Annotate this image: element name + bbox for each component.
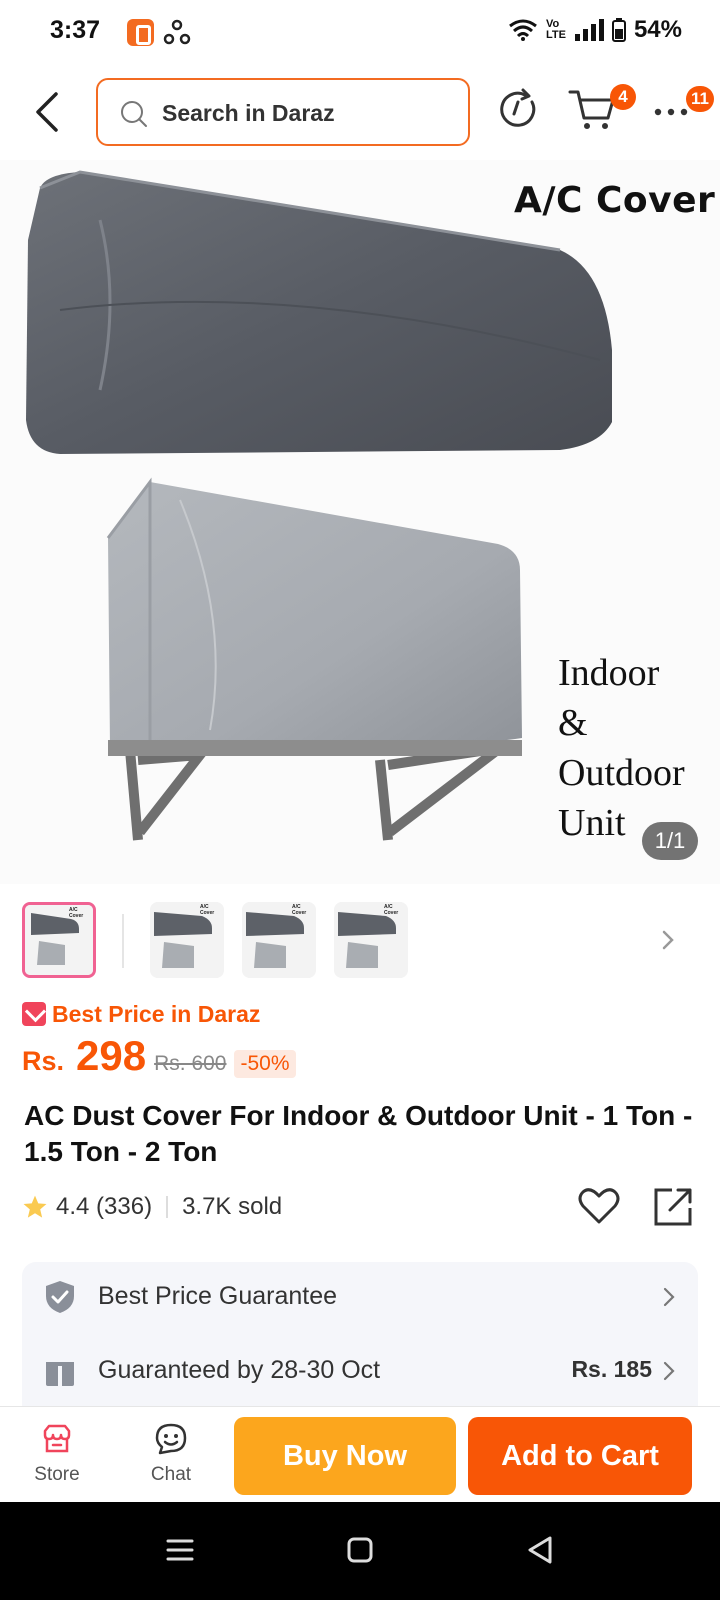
chevron-right-icon[interactable] xyxy=(658,926,678,954)
product-image-gallery[interactable]: A/C Cover Indoor & Outdoor Unit 1/1 xyxy=(0,160,720,884)
thumbnail[interactable]: A/C Cover xyxy=(242,902,316,978)
signal-icon xyxy=(574,19,604,41)
price-row: Rs. 298 Rs. 600 -50% xyxy=(22,1032,296,1084)
cart-count-badge: 4 xyxy=(610,84,636,110)
more-count-badge: 11 xyxy=(686,86,714,112)
chat-icon xyxy=(155,1423,187,1455)
original-price: Rs. 600 xyxy=(154,1052,227,1075)
delivery-fee: Rs. 185 xyxy=(571,1356,652,1382)
search-placeholder: Search in Daraz xyxy=(162,100,335,126)
network-type-label: Vo LTE xyxy=(545,18,566,41)
status-bar: 3:37 Vo LTE 54% xyxy=(0,0,720,64)
service-label: Guaranteed by 28-30 Oct xyxy=(98,1356,381,1384)
status-time: 3:37 xyxy=(50,16,101,44)
gift-box-icon xyxy=(46,1362,74,1386)
image-overlay-caption: Indoor & Outdoor Unit xyxy=(558,648,685,848)
top-navigation: Search in Daraz 4 11 xyxy=(0,64,720,160)
service-row-price-guarantee[interactable]: Best Price Guarantee xyxy=(22,1262,698,1332)
price-currency: Rs. xyxy=(22,1046,65,1076)
store-button[interactable]: Store xyxy=(12,1417,102,1497)
thumbnail-strip: A/C Cover A/C Cover A/C Cover A/C Cover xyxy=(22,902,698,980)
sync-notification-icon xyxy=(163,19,191,45)
current-price: 298 xyxy=(76,1032,147,1079)
service-label: Best Price Guarantee xyxy=(98,1282,338,1310)
caption-line: Indoor xyxy=(558,652,660,694)
status-indicators: Vo LTE 54% xyxy=(508,16,682,44)
wifi-icon xyxy=(509,19,537,41)
store-label: Store xyxy=(34,1464,80,1485)
star-icon xyxy=(23,1195,47,1218)
app-notification-icon xyxy=(127,19,154,46)
image-overlay-title: A/C Cover xyxy=(514,180,716,221)
thumbnail-label: A/C Cover xyxy=(292,904,307,916)
thumbnail[interactable]: A/C Cover xyxy=(22,902,96,978)
product-title: AC Dust Cover For Indoor & Outdoor Unit … xyxy=(24,1100,693,1167)
best-price-text: Best Price in Daraz xyxy=(52,1000,261,1027)
home-icon[interactable] xyxy=(340,1530,380,1570)
service-row-delivery[interactable]: Guaranteed by 28-30 Oct Rs. 185 xyxy=(22,1336,698,1406)
caption-line: & xyxy=(558,702,588,744)
chevron-right-icon xyxy=(663,1287,675,1307)
sold-count: 3.7K sold xyxy=(182,1193,283,1220)
add-to-cart-button[interactable]: Add to Cart xyxy=(468,1417,692,1495)
thumbnail-label: A/C Cover xyxy=(384,904,399,916)
history-icon[interactable] xyxy=(492,84,542,134)
share-icon[interactable] xyxy=(652,1186,694,1228)
thumbnail-label: A/C Cover xyxy=(200,904,215,916)
rating-value: 4.4 (336) xyxy=(56,1193,153,1220)
shield-check-icon xyxy=(46,1281,74,1313)
search-icon xyxy=(121,101,147,127)
thumbnail-separator xyxy=(122,914,124,968)
back-arrow-icon[interactable] xyxy=(26,88,70,136)
buy-now-button[interactable]: Buy Now xyxy=(234,1417,456,1495)
battery-icon xyxy=(611,18,626,42)
chat-label: Chat xyxy=(150,1464,192,1485)
battery-percent: 54% xyxy=(633,16,682,43)
image-counter: 1/1 xyxy=(642,822,698,860)
bottom-action-bar: Store Chat Buy Now Add to Cart xyxy=(0,1406,720,1502)
back-icon[interactable] xyxy=(520,1530,560,1570)
services-card: Best Price Guarantee Guaranteed by 28-30… xyxy=(22,1262,698,1422)
rating-row[interactable]: 4.4 (336) 3.7K sold xyxy=(22,1190,282,1224)
best-price-badge: Best Price in Daraz xyxy=(22,998,260,1030)
divider xyxy=(166,1196,169,1218)
discount-badge: -50% xyxy=(234,1050,296,1078)
price-tag-icon xyxy=(22,1002,46,1026)
caption-line: Outdoor xyxy=(558,752,685,794)
wishlist-heart-icon[interactable] xyxy=(578,1186,620,1226)
chat-button[interactable]: Chat xyxy=(126,1417,216,1497)
thumbnail[interactable]: A/C Cover xyxy=(334,902,408,978)
thumbnail[interactable]: A/C Cover xyxy=(150,902,224,978)
thumbnail-label: A/C Cover xyxy=(69,907,84,919)
store-icon xyxy=(43,1424,71,1453)
recent-apps-icon[interactable] xyxy=(160,1530,200,1570)
system-navigation-bar xyxy=(0,1502,720,1600)
chevron-right-icon xyxy=(663,1361,675,1381)
search-bar[interactable]: Search in Daraz xyxy=(96,78,470,146)
